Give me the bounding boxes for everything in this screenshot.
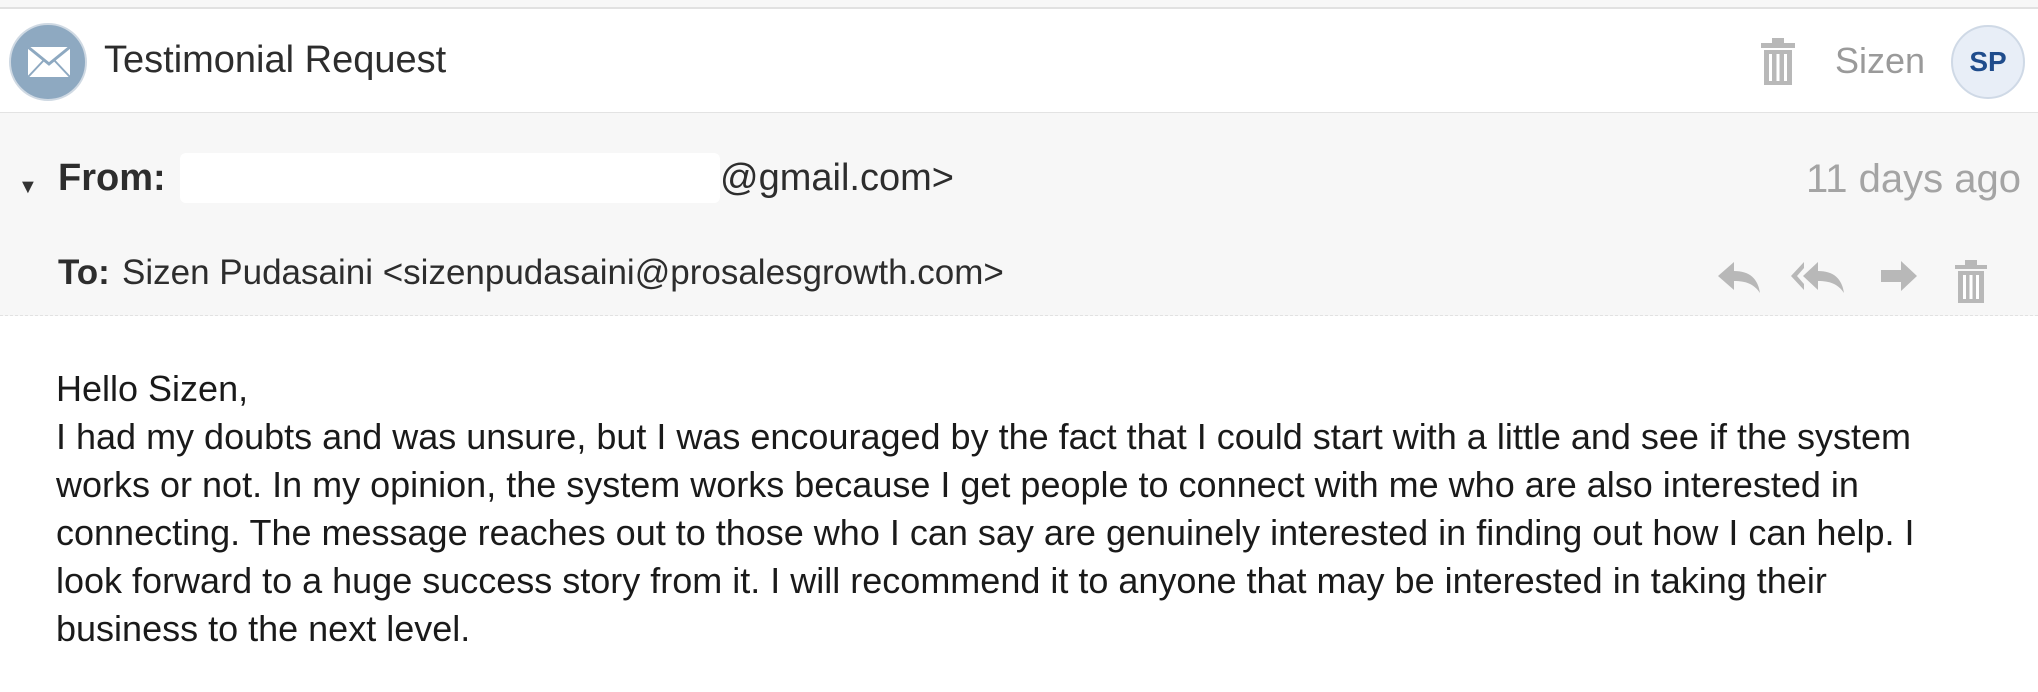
email-subject: Testimonial Request xyxy=(104,39,447,81)
email-body: Hello Sizen, I had my doubts and was uns… xyxy=(56,365,1976,653)
trash-icon[interactable] xyxy=(1759,37,1797,87)
redacted-sender xyxy=(180,153,720,203)
to-label: To: xyxy=(58,253,110,292)
to-value[interactable]: Sizen Pudasaini <sizenpudasaini@prosales… xyxy=(122,253,1004,293)
user-avatar[interactable]: SP xyxy=(1951,25,2025,99)
user-name: Sizen xyxy=(1835,40,1926,81)
email-text: I had my doubts and was unsure, but I wa… xyxy=(56,416,1915,649)
reply-all-icon[interactable] xyxy=(1790,259,1846,300)
forward-icon[interactable] xyxy=(1879,259,1919,298)
top-border xyxy=(0,0,2038,9)
email-header: Testimonial Request Sizen SP xyxy=(0,9,2038,113)
collapse-toggle-icon[interactable]: ▼ xyxy=(18,176,38,199)
email-meta: ▼ From: @gmail.com> 11 days ago To: Size… xyxy=(0,113,2038,316)
from-label: From: xyxy=(58,157,166,199)
from-value[interactable]: @gmail.com> xyxy=(720,157,954,200)
mail-icon xyxy=(9,23,87,101)
email-date: 11 days ago xyxy=(1806,157,2021,201)
reply-icon[interactable] xyxy=(1716,259,1762,300)
trash-icon[interactable] xyxy=(1954,260,1988,309)
email-greeting: Hello Sizen, xyxy=(56,368,249,409)
